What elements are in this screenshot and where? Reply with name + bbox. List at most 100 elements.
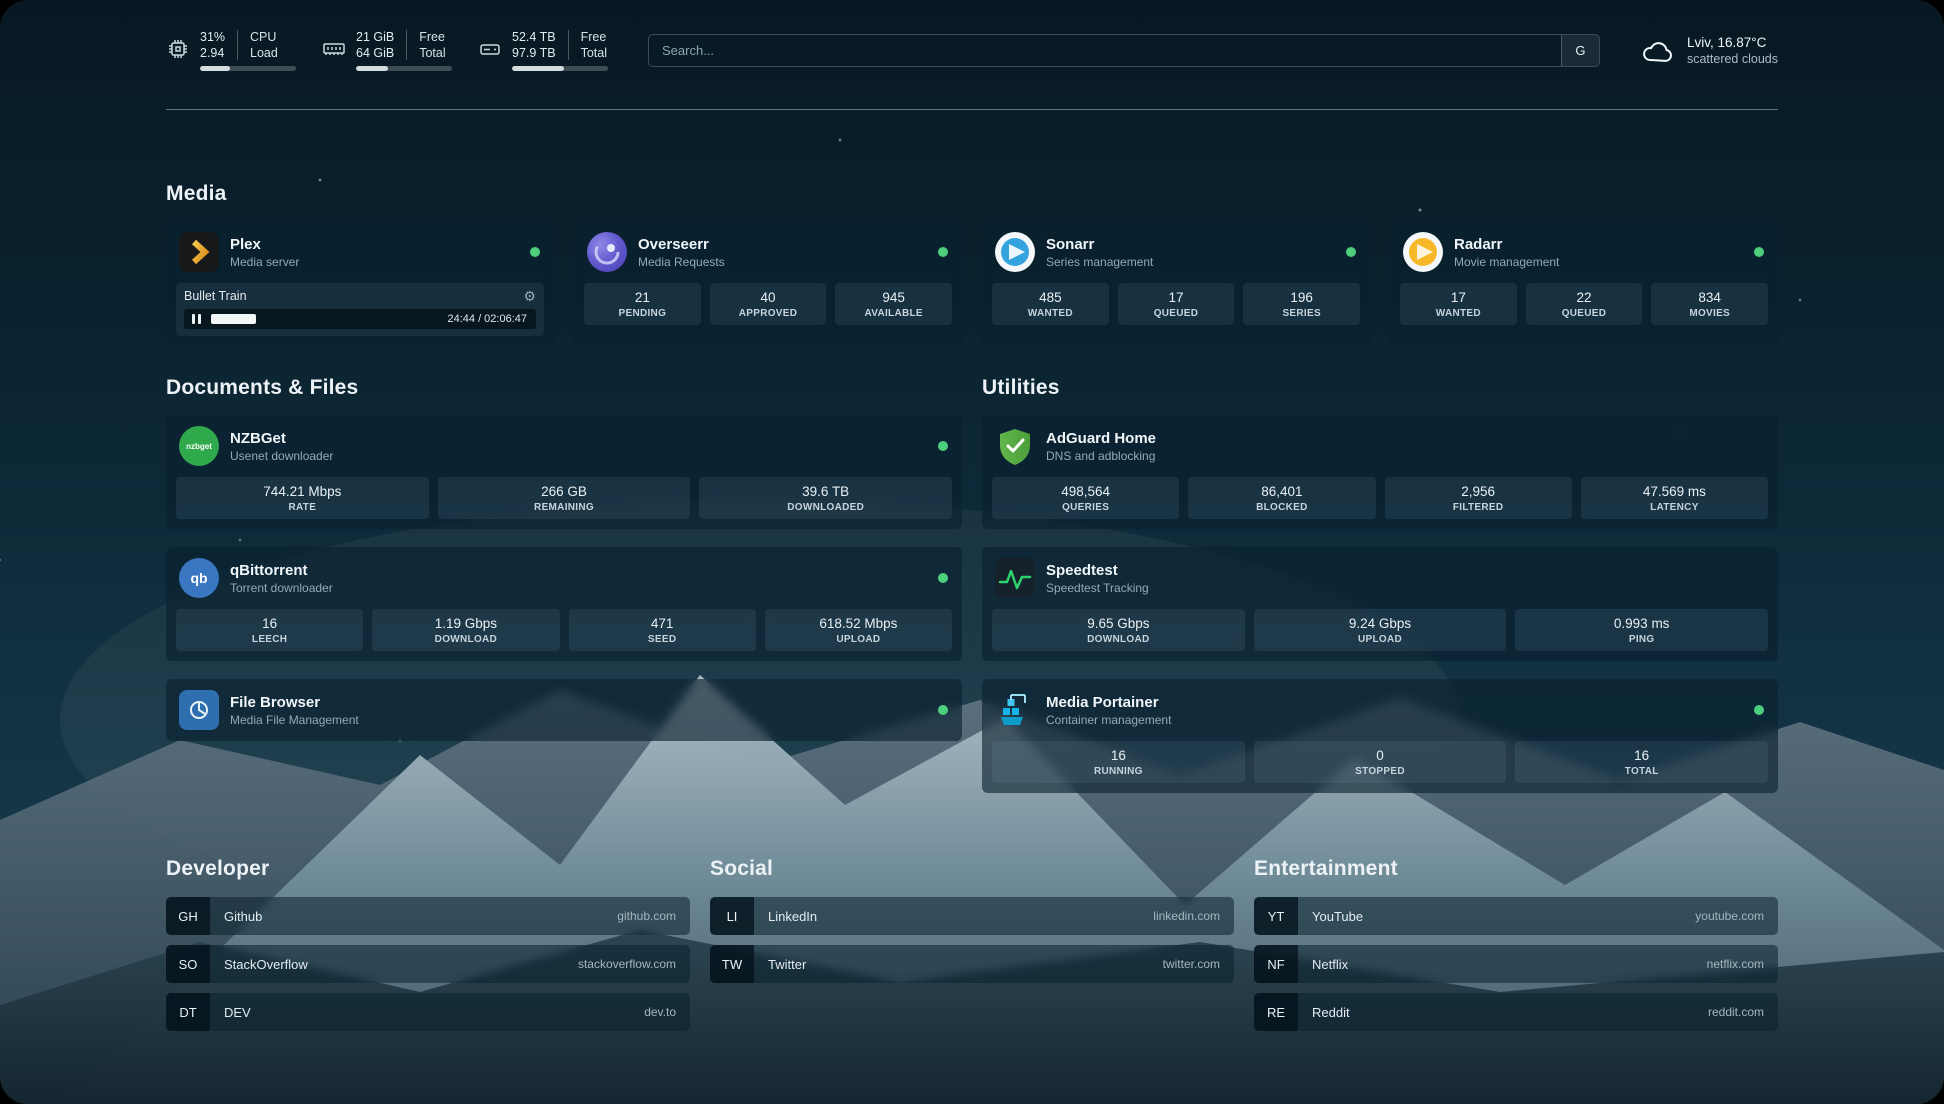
- stat-pending: 21 PENDING: [584, 283, 701, 325]
- section-title-utilities: Utilities: [982, 376, 1778, 400]
- bookmark-abbr: TW: [710, 945, 754, 983]
- service-card-radarr[interactable]: Radarr Movie management 17 WANTED: [1390, 221, 1778, 346]
- bookmark-youtube[interactable]: YT YouTube youtube.com: [1254, 897, 1778, 935]
- service-card-nzbget[interactable]: nzbget NZBGet Usenet downloader 744.21 M…: [166, 415, 962, 529]
- search-input[interactable]: [649, 35, 1561, 66]
- bookmark-label: StackOverflow: [210, 957, 578, 972]
- bookmark-label: Twitter: [754, 957, 1163, 972]
- cpu-values: 31% 2.94: [200, 30, 225, 60]
- stat-available: 945 AVAILABLE: [835, 283, 952, 325]
- section-media: Media Plex Me: [166, 182, 1778, 346]
- service-desc: Media File Management: [230, 713, 359, 727]
- service-card-plex[interactable]: Plex Media server Bullet Train ⚙: [166, 221, 554, 346]
- stat-queued: 22 QUEUED: [1526, 283, 1643, 325]
- service-name: qBittorrent: [230, 562, 333, 579]
- bookmark-group-entertainment: Entertainment YT YouTube youtube.com NF …: [1254, 857, 1778, 1041]
- service-name: Sonarr: [1046, 236, 1153, 253]
- header-divider: [166, 109, 1778, 110]
- service-name: Overseerr: [638, 236, 725, 253]
- bookmark-domain: twitter.com: [1163, 957, 1234, 971]
- service-desc: Container management: [1046, 713, 1171, 727]
- bookmark-abbr: GH: [166, 897, 210, 935]
- service-desc: DNS and adblocking: [1046, 449, 1156, 463]
- service-card-qbittorrent[interactable]: qb qBittorrent Torrent downloader 16 LEE…: [166, 547, 962, 661]
- memory-progress-bar: [356, 66, 452, 71]
- service-name: Speedtest: [1046, 562, 1149, 579]
- plex-icon: [179, 232, 219, 272]
- bookmark-label: Github: [210, 909, 617, 924]
- speedtest-icon: [995, 558, 1035, 598]
- stat-movies: 834 MOVIES: [1651, 283, 1768, 325]
- service-name: File Browser: [230, 694, 359, 711]
- qbittorrent-icon: qb: [179, 558, 219, 598]
- stat-queued: 17 QUEUED: [1118, 283, 1235, 325]
- service-card-adguard[interactable]: AdGuard Home DNS and adblocking 498,564 …: [982, 415, 1778, 529]
- nzbget-icon: nzbget: [179, 426, 219, 466]
- pause-icon[interactable]: [190, 313, 203, 325]
- section-title-developer: Developer: [166, 857, 690, 881]
- stat-seed: 471 SEED: [569, 609, 756, 651]
- bookmark-abbr: SO: [166, 945, 210, 983]
- stat-ping: 0.993 ms PING: [1515, 609, 1768, 651]
- cpu-load-label: Load: [250, 46, 278, 60]
- status-indicator: [938, 441, 948, 451]
- service-desc: Movie management: [1454, 255, 1559, 269]
- cpu-load: 2.94: [200, 46, 225, 60]
- gear-icon[interactable]: ⚙: [523, 289, 536, 303]
- stat-upload: 9.24 Gbps UPLOAD: [1254, 609, 1507, 651]
- bookmark-domain: netflix.com: [1707, 957, 1778, 971]
- stat-filtered: 2,956 FILTERED: [1385, 477, 1572, 519]
- bookmark-linkedin[interactable]: LI LinkedIn linkedin.com: [710, 897, 1234, 935]
- bookmark-abbr: YT: [1254, 897, 1298, 935]
- bookmark-label: Reddit: [1298, 1005, 1708, 1020]
- weather-location: Lviv, 16.87°C: [1687, 35, 1778, 50]
- search-bar: G: [648, 34, 1600, 67]
- sonarr-icon: [995, 232, 1035, 272]
- search-provider-button[interactable]: G: [1561, 35, 1599, 66]
- service-name: Plex: [230, 236, 299, 253]
- service-desc: Media server: [230, 255, 299, 269]
- cpu-labels: CPU Load: [237, 30, 278, 60]
- service-card-overseerr[interactable]: Overseerr Media Requests 21 PENDING: [574, 221, 962, 346]
- section-title-entertainment: Entertainment: [1254, 857, 1778, 881]
- bookmark-twitter[interactable]: TW Twitter twitter.com: [710, 945, 1234, 983]
- disk-total: 97.9 TB: [512, 46, 556, 60]
- status-indicator: [1754, 247, 1764, 257]
- disk-total-label: Total: [581, 46, 607, 60]
- service-name: AdGuard Home: [1046, 430, 1156, 447]
- service-card-speedtest[interactable]: Speedtest Speedtest Tracking 9.65 Gbps D…: [982, 547, 1778, 661]
- disk-free: 52.4 TB: [512, 30, 556, 44]
- service-card-sonarr[interactable]: Sonarr Series management 485 WANTED: [982, 221, 1370, 346]
- service-desc: Speedtest Tracking: [1046, 581, 1149, 595]
- section-title-documents: Documents & Files: [166, 376, 962, 400]
- service-name: NZBGet: [230, 430, 333, 447]
- bookmark-dev[interactable]: DT DEV dev.to: [166, 993, 690, 1031]
- section-utilities: Utilities AdGuard: [982, 376, 1778, 793]
- bookmark-github[interactable]: GH Github github.com: [166, 897, 690, 935]
- status-indicator: [938, 573, 948, 583]
- bookmark-reddit[interactable]: RE Reddit reddit.com: [1254, 993, 1778, 1031]
- status-indicator: [1346, 247, 1356, 257]
- stat-download: 1.19 Gbps DOWNLOAD: [372, 609, 559, 651]
- status-indicator: [1754, 705, 1764, 715]
- memory-labels: Free Total: [406, 30, 445, 60]
- memory-free: 21 GiB: [356, 30, 394, 44]
- stat-stopped: 0 STOPPED: [1254, 741, 1507, 783]
- bookmark-label: Netflix: [1298, 957, 1707, 972]
- service-desc: Torrent downloader: [230, 581, 333, 595]
- stat-remaining: 266 GB REMAINING: [438, 477, 691, 519]
- service-desc: Media Requests: [638, 255, 725, 269]
- filebrowser-icon: [179, 690, 219, 730]
- bookmark-stackoverflow[interactable]: SO StackOverflow stackoverflow.com: [166, 945, 690, 983]
- bookmark-group-social: Social LI LinkedIn linkedin.com TW Twitt…: [710, 857, 1234, 1041]
- service-card-filebrowser[interactable]: File Browser Media File Management: [166, 679, 962, 741]
- disk-widget: 52.4 TB 97.9 TB Free Total: [478, 30, 608, 71]
- service-card-portainer[interactable]: Media Portainer Container management 16 …: [982, 679, 1778, 793]
- stat-wanted: 17 WANTED: [1400, 283, 1517, 325]
- bookmark-domain: reddit.com: [1708, 1005, 1778, 1019]
- section-documents: Documents & Files nzbget NZBGet Usenet d…: [166, 376, 962, 793]
- bookmark-netflix[interactable]: NF Netflix netflix.com: [1254, 945, 1778, 983]
- bookmark-group-developer: Developer GH Github github.com SO StackO…: [166, 857, 690, 1041]
- bookmark-label: DEV: [210, 1005, 644, 1020]
- playback-progress-bar[interactable]: [211, 314, 439, 324]
